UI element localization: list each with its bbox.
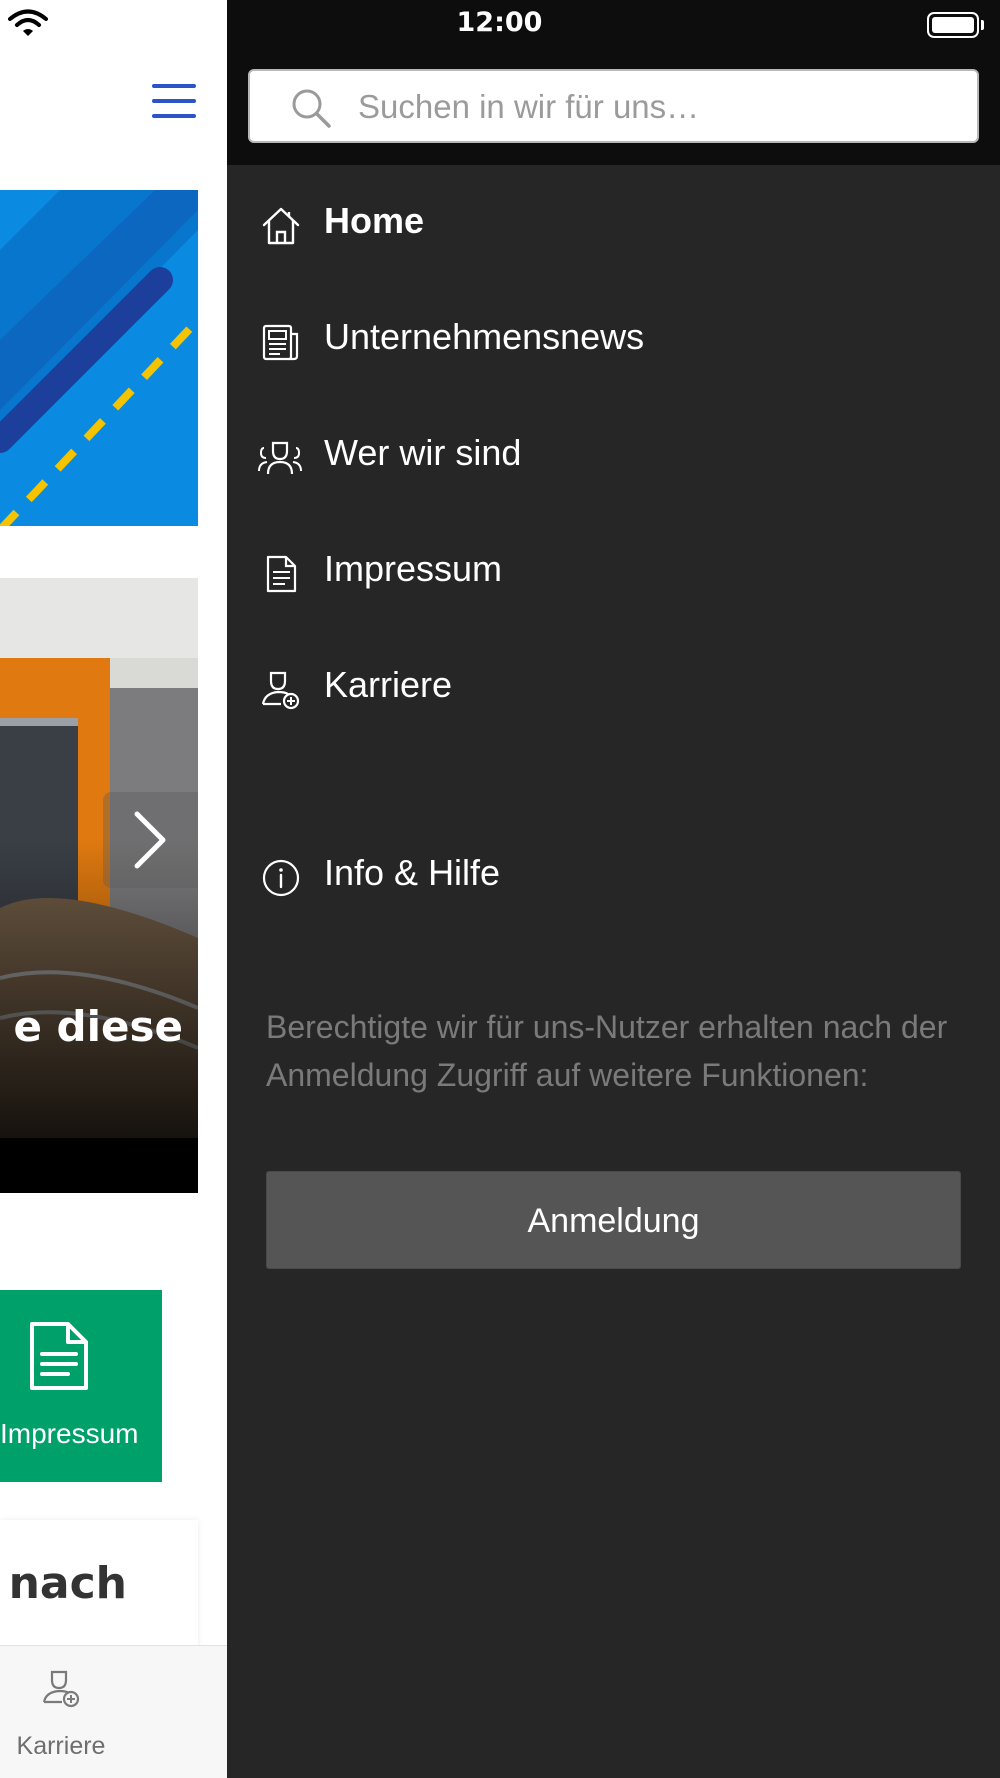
tab-karriere[interactable]: Karriere — [0, 1646, 122, 1778]
menu-item-wer-wir-sind[interactable]: Wer wir sind — [227, 406, 1000, 506]
menu-item-label: Impressum — [324, 548, 503, 589]
menu-item-label: Info & Hilfe — [324, 852, 501, 893]
impressum-tile-label: Impressum — [0, 1418, 139, 1449]
menu-item-label: Karriere — [324, 664, 453, 705]
tab-karriere-label: Karriere — [16, 1732, 106, 1760]
navigation-drawer: 12:00 Home Unternehmensnews — [227, 0, 1000, 1778]
bottom-tab-bar: Karriere — [0, 1645, 227, 1778]
menu-item-info-hilfe[interactable]: Info & Hilfe — [227, 826, 1000, 926]
search-box[interactable] — [248, 69, 979, 143]
search-area — [227, 50, 1000, 165]
slider-caption: e diese — [13, 1002, 183, 1051]
document-icon — [266, 555, 297, 593]
search-input[interactable] — [358, 79, 958, 135]
hamburger-menu-button[interactable] — [150, 82, 198, 120]
menu-item-impressum[interactable]: Impressum — [227, 522, 1000, 622]
hero-banner-image[interactable] — [0, 190, 198, 526]
battery-icon — [927, 12, 979, 38]
menu-item-label: Home — [324, 200, 425, 241]
person-add-icon — [261, 671, 300, 710]
login-button[interactable]: Anmeldung — [266, 1171, 961, 1269]
impressum-tile[interactable]: Impressum — [0, 1290, 162, 1482]
card-title: t nach — [0, 1558, 127, 1609]
home-icon — [262, 207, 300, 245]
status-time: 12:00 — [456, 7, 543, 38]
banner-graphic — [0, 190, 198, 526]
menu-item-label: Unternehmensnews — [324, 316, 645, 357]
document-icon — [30, 1322, 88, 1390]
chevron-right-icon — [134, 811, 166, 869]
search-icon — [292, 89, 331, 128]
slider-next-button[interactable] — [103, 792, 198, 888]
team-icon — [258, 441, 302, 475]
wifi-icon — [8, 9, 48, 36]
newspaper-icon — [262, 324, 299, 361]
info-icon — [262, 859, 300, 897]
menu-item-label: Wer wir sind — [324, 432, 522, 473]
menu-item-unternehmensnews[interactable]: Unternehmensnews — [227, 290, 1000, 390]
background-app: e diese Impressum t nach Karriere — [0, 0, 227, 1778]
content-card[interactable]: t nach — [0, 1520, 198, 1650]
menu-item-karriere[interactable]: Karriere — [227, 638, 1000, 738]
login-hint-text: Berechtigte wir für uns-Nutzer erhalten … — [266, 1009, 948, 1093]
person-add-icon — [42, 1670, 80, 1708]
menu-item-home[interactable]: Home — [227, 174, 1000, 274]
battery-tip — [981, 20, 984, 30]
status-bar: 12:00 — [227, 0, 1000, 50]
